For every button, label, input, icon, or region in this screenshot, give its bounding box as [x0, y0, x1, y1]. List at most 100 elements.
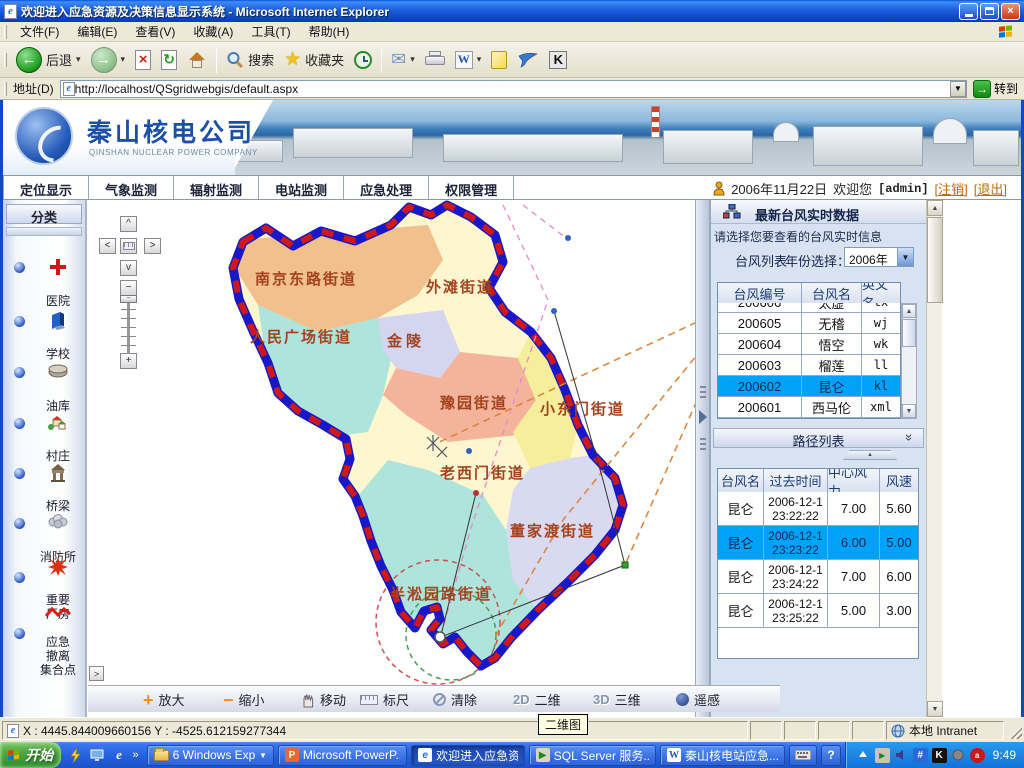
content-scrollbar[interactable]: ▲ ▼ [926, 200, 942, 717]
address-input[interactable] [75, 81, 950, 97]
quicklaunch-messenger-icon[interactable] [67, 747, 84, 764]
toggle-fire-station[interactable] [14, 518, 25, 529]
content-scroll-down-icon[interactable]: ▼ [927, 701, 943, 717]
track-row[interactable]: 昆仑 2006-12-123:24:22 7.00 6.00 [718, 560, 918, 594]
back-dropdown-icon[interactable]: ▾ [76, 54, 81, 65]
panel-splitter[interactable] [695, 200, 710, 717]
favorites-button[interactable]: ★ 收藏夹 [279, 46, 349, 73]
tray-sql-icon[interactable]: ▶ [875, 748, 890, 763]
maximize-button[interactable] [980, 3, 999, 20]
map-2d-tool[interactable]: 2D 二维 [513, 690, 561, 709]
pan-left-button[interactable]: < [99, 238, 116, 254]
home-button[interactable] [182, 50, 212, 70]
history-button[interactable] [349, 49, 377, 71]
tab-emergency[interactable]: 应急处理 [344, 176, 429, 199]
quicklaunch-ie-icon[interactable]: e [111, 747, 128, 764]
tray-volume-icon[interactable] [894, 748, 909, 763]
menu-tools[interactable]: 工具(T) [242, 21, 299, 42]
typhoon-table-scrollbar[interactable]: ▲ ▼ [901, 303, 917, 419]
pan-center-button[interactable] [120, 238, 137, 254]
flashget-button[interactable] [512, 50, 544, 70]
tab-permission[interactable]: 权限管理 [429, 176, 514, 199]
task-powerpoint[interactable]: P Microsoft PowerP... [278, 745, 407, 766]
pan-right-button[interactable]: > [144, 238, 161, 254]
address-dropdown-button[interactable]: ▼ [950, 81, 966, 97]
toggle-oil-depot[interactable] [14, 367, 25, 378]
toggle-village[interactable] [14, 418, 25, 429]
map-canvas[interactable] [88, 200, 780, 685]
menu-favorites[interactable]: 收藏(A) [184, 21, 242, 42]
map-zoom-in-tool[interactable]: + 放大 [143, 690, 185, 709]
tab-radiation[interactable]: 辐射监测 [174, 176, 259, 199]
menu-help[interactable]: 帮助(H) [300, 21, 359, 42]
map-area[interactable]: 南京东路街道 外滩街道 人民广场街道 金陵 豫园街道 小东门街道 老西门街道 董… [88, 200, 780, 717]
toggle-hospital[interactable] [14, 262, 25, 273]
map-clear-tool[interactable]: 清除 [433, 690, 477, 709]
zoom-slider-handle[interactable]: − [120, 295, 137, 303]
content-scroll-thumb[interactable] [927, 217, 943, 303]
pan-up-button[interactable]: ^ [120, 216, 137, 232]
start-button[interactable]: 开始 [0, 742, 61, 768]
content-scroll-up-icon[interactable]: ▲ [927, 200, 943, 216]
stop-button[interactable]: × [130, 48, 156, 72]
tab-locate[interactable]: 定位显示 [3, 176, 89, 199]
toggle-bridge[interactable] [14, 468, 25, 479]
toolbar-grip[interactable] [4, 53, 7, 67]
go-button[interactable]: → 转到 [973, 80, 1018, 98]
zoom-out-button[interactable]: − [120, 280, 137, 296]
typhoon-row[interactable]: 200601 西马伦 xml [718, 397, 900, 418]
tab-station[interactable]: 电站监测 [259, 176, 344, 199]
typhoon-row[interactable]: 200603 榴莲 ll [718, 355, 900, 376]
help-tray-button[interactable]: ? [821, 745, 840, 766]
task-sql-server[interactable]: ▶ SQL Server 服务... [529, 745, 656, 766]
forward-button[interactable]: → ▾ [86, 45, 131, 75]
zoom-in-button[interactable]: + [120, 353, 137, 369]
close-button[interactable]: × [1001, 3, 1020, 20]
map-ruler-tool[interactable]: 标尺 [360, 690, 409, 709]
typhoon-row-selected[interactable]: 200602 昆仑 kl [718, 376, 900, 397]
exit-link[interactable]: [退出] [974, 179, 1007, 198]
mail-button[interactable]: ✉ ▾ [386, 47, 420, 72]
quicklaunch-overflow-icon[interactable]: » [133, 749, 139, 761]
resize-grip[interactable] [1009, 726, 1022, 739]
tray-kaspersky-icon[interactable]: K [932, 748, 947, 763]
task-windows-explorer-group[interactable]: 6 Windows Expl... ▼ [147, 745, 274, 766]
year-select[interactable]: 2006年 ▼ [844, 247, 914, 267]
task-ie-current[interactable]: e 欢迎进入应急资... [411, 745, 525, 766]
map-pan-tool[interactable]: 移动 [301, 690, 346, 709]
panel-collapse-tab[interactable]: ▲ [843, 450, 897, 460]
discuss-button[interactable] [486, 49, 512, 71]
back-button[interactable]: ← 后退 ▾ [11, 45, 86, 75]
menu-edit[interactable]: 编辑(E) [68, 21, 126, 42]
toggle-assembly-point[interactable] [14, 628, 25, 639]
forward-dropdown-icon[interactable]: ▾ [121, 54, 126, 65]
refresh-button[interactable]: ↻ [156, 48, 182, 72]
menu-view[interactable]: 查看(V) [126, 21, 184, 42]
edit-word-button[interactable]: W ▾ [450, 49, 487, 71]
toggle-school[interactable] [14, 316, 25, 327]
task-word[interactable]: W 秦山核电站应急... [660, 745, 785, 766]
map-zoom-out-tool[interactable]: − 缩小 [223, 690, 265, 709]
minimize-button[interactable] [959, 3, 978, 20]
year-select-dropdown-icon[interactable]: ▼ [897, 248, 913, 266]
scroll-thumb[interactable] [902, 319, 916, 347]
print-button[interactable] [420, 49, 450, 71]
addressbar-grip[interactable] [4, 82, 7, 96]
input-method-button[interactable] [789, 745, 817, 766]
typhoon-row[interactable]: 200605 无稽 wj [718, 313, 900, 334]
tray-network-grid-icon[interactable]: # [913, 748, 928, 763]
path-list-header[interactable]: 路径列表 » [713, 428, 924, 448]
quicklaunch-desktop-icon[interactable] [89, 747, 106, 764]
tab-weather[interactable]: 气象监测 [89, 176, 174, 199]
toggle-key-buildings[interactable] [14, 572, 25, 583]
kaspersky-button[interactable]: K [544, 49, 572, 71]
typhoon-row[interactable]: 200606 太虚 tx [718, 303, 900, 313]
splitter-collapse-icon[interactable] [699, 410, 707, 424]
logout-link[interactable]: [注销] [935, 179, 968, 198]
map-3d-tool[interactable]: 3D 三维 [593, 690, 641, 709]
track-row[interactable]: 昆仑 2006-12-123:25:22 5.00 3.00 [718, 594, 918, 628]
track-row-selected[interactable]: 昆仑 2006-12-123:23:22 6.00 5.00 [718, 526, 918, 560]
category-assembly-point[interactable]: 应急 撤离 集合点 [31, 592, 85, 677]
track-row[interactable]: 昆仑 2006-12-123:22:22 7.00 5.60 [718, 492, 918, 526]
pan-down-button[interactable]: v [120, 260, 137, 276]
